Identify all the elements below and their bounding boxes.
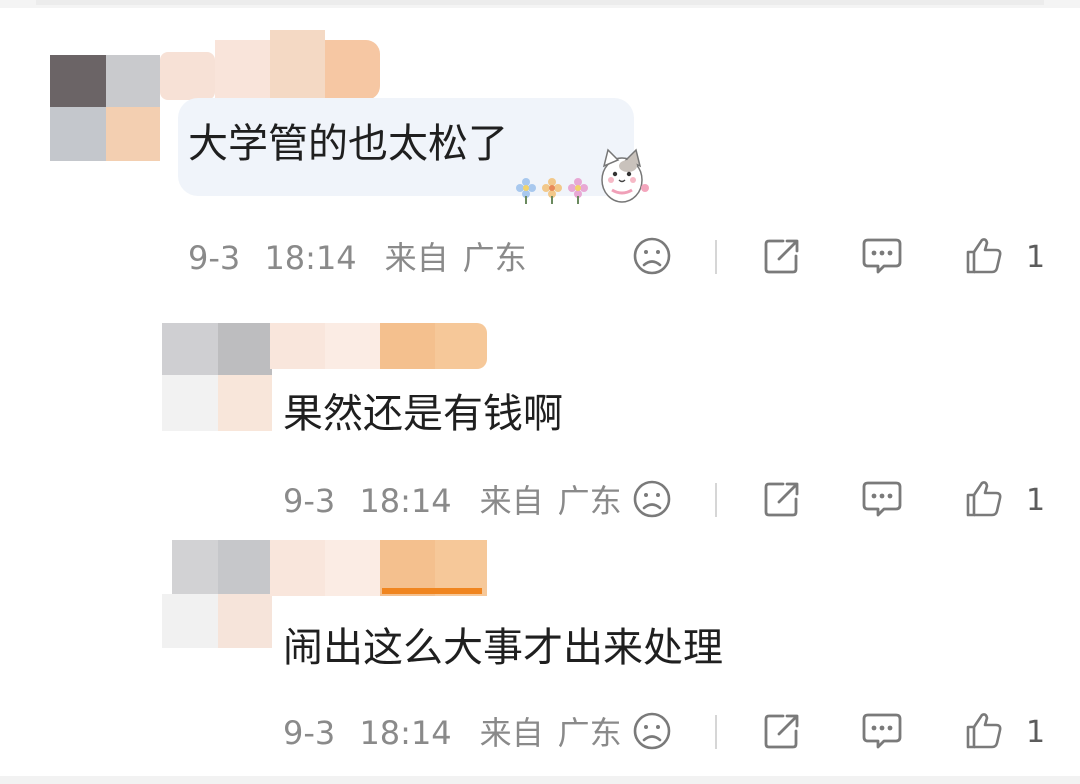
- comment-text: 果然还是有钱啊: [283, 391, 563, 437]
- sad-face-icon: [633, 480, 671, 518]
- dislike-button[interactable]: [628, 232, 676, 280]
- share-icon: [764, 482, 799, 517]
- cat-sticker-icon: [516, 148, 649, 204]
- reply-button[interactable]: [858, 475, 906, 523]
- share-button[interactable]: [758, 475, 806, 523]
- thumbs-up-icon: [966, 713, 1002, 749]
- like-button[interactable]: [960, 707, 1008, 755]
- dislike-button[interactable]: [628, 707, 676, 755]
- share-icon: [764, 714, 799, 749]
- action-divider: [715, 715, 717, 749]
- like-count: 1: [1026, 240, 1046, 275]
- avatar-blurred[interactable]: [50, 55, 160, 165]
- username-blurred[interactable]: [270, 323, 490, 373]
- comment-meta: 9-3 18:14 来自 广东: [283, 481, 636, 521]
- reply-button[interactable]: [858, 707, 906, 755]
- comment-text: 大学管的也太松了: [188, 121, 508, 167]
- comment-bubble-icon: [862, 481, 902, 517]
- like-button[interactable]: [960, 232, 1008, 280]
- like-button[interactable]: [960, 475, 1008, 523]
- top-divider: [0, 0, 1080, 8]
- avatar-blurred[interactable]: [162, 540, 272, 650]
- comment-meta: 9-3 18:14 来自 广东: [188, 238, 541, 278]
- bottom-divider: [0, 776, 1080, 784]
- thumbs-up-icon: [966, 238, 1002, 274]
- comment-bubble-icon: [862, 713, 902, 749]
- comment-time: 9-3 18:14: [283, 482, 452, 520]
- like-count: 1: [1026, 483, 1046, 518]
- avatar-blurred[interactable]: [162, 323, 272, 433]
- share-button[interactable]: [758, 707, 806, 755]
- action-divider: [715, 483, 717, 517]
- comment-source-label: 来自: [479, 714, 544, 752]
- comment-text: 闹出这么大事才出来处理: [283, 625, 723, 671]
- reply-button[interactable]: [858, 232, 906, 280]
- comment-location: 广东: [557, 482, 622, 520]
- comment-source-label: 来自: [384, 239, 449, 277]
- dislike-button[interactable]: [628, 475, 676, 523]
- action-divider: [715, 240, 717, 274]
- comment-source-label: 来自: [479, 482, 544, 520]
- username-blurred[interactable]: [160, 20, 390, 100]
- comment-time: 9-3 18:14: [283, 714, 452, 752]
- comment-location: 广东: [557, 714, 622, 752]
- comment-bubble-icon: [862, 238, 902, 274]
- sad-face-icon: [633, 712, 671, 750]
- thumbs-up-icon: [966, 481, 1002, 517]
- comment-meta: 9-3 18:14 来自 广东: [283, 713, 636, 753]
- sad-face-icon: [633, 237, 671, 275]
- share-button[interactable]: [758, 232, 806, 280]
- like-count: 1: [1026, 715, 1046, 750]
- comment-time: 9-3 18:14: [188, 239, 357, 277]
- username-blurred[interactable]: [270, 540, 490, 600]
- share-icon: [764, 239, 799, 274]
- comment-location: 广东: [462, 239, 527, 277]
